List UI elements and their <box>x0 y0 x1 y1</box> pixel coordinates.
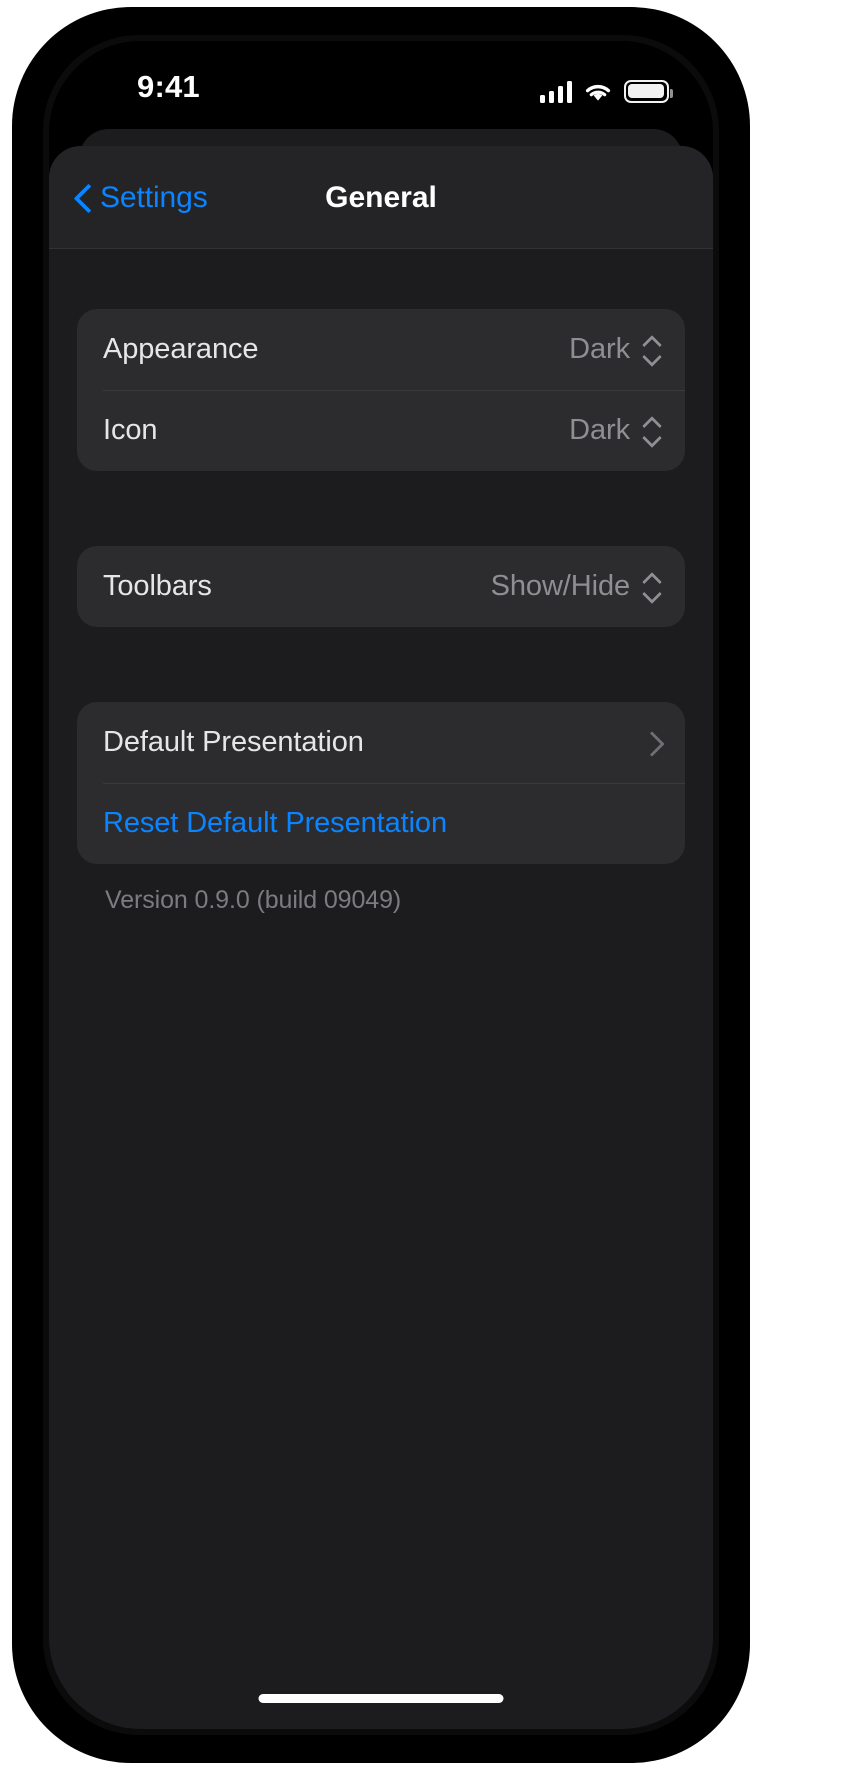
back-button[interactable]: Settings <box>65 146 218 249</box>
settings-group-appearance: Appearance Dark Icon Dark <box>77 309 685 471</box>
status-bar-time: 9:41 <box>137 69 200 104</box>
row-toolbars[interactable]: Toolbars Show/Hide <box>77 546 685 627</box>
stepper-up-down-icon[interactable] <box>642 571 659 603</box>
row-appearance-control[interactable]: Dark <box>569 333 659 366</box>
back-button-label: Settings <box>100 180 208 214</box>
settings-sheet: General Settings Appearance Dark Icon Da… <box>49 146 713 1729</box>
row-default-presentation-label: Default Presentation <box>103 726 364 758</box>
phone-frame: 9:41 General Settings Appearance Dark Ic… <box>13 8 749 1762</box>
screenshot-stage: 9:41 General Settings Appearance Dark Ic… <box>0 0 860 1770</box>
row-icon-control[interactable]: Dark <box>569 414 659 447</box>
status-bar-indicators <box>539 73 673 103</box>
phone-screen: 9:41 General Settings Appearance Dark Ic… <box>49 41 713 1729</box>
navigation-bar: General Settings <box>49 146 713 249</box>
row-toolbars-value: Show/Hide <box>490 570 630 602</box>
row-default-presentation-accessory <box>643 729 659 757</box>
row-icon-value: Dark <box>569 414 630 446</box>
chevron-left-icon <box>75 184 90 212</box>
stepper-up-down-icon[interactable] <box>642 415 659 447</box>
battery-level-fill <box>628 84 665 99</box>
row-icon-label: Icon <box>103 414 158 446</box>
row-appearance-value: Dark <box>569 333 630 365</box>
wifi-icon <box>583 81 613 103</box>
status-bar: 9:41 <box>49 41 713 137</box>
row-icon[interactable]: Icon Dark <box>77 390 685 471</box>
stepper-up-down-icon[interactable] <box>642 334 659 366</box>
row-reset-default-presentation-label: Reset Default Presentation <box>103 807 447 839</box>
row-reset-default-presentation[interactable]: Reset Default Presentation <box>77 783 685 864</box>
row-appearance-label: Appearance <box>103 333 259 365</box>
row-appearance[interactable]: Appearance Dark <box>77 309 685 390</box>
row-default-presentation[interactable]: Default Presentation <box>77 702 685 783</box>
settings-group-presentation: Default Presentation Reset Default Prese… <box>77 702 685 864</box>
battery-icon <box>624 80 673 103</box>
row-toolbars-label: Toolbars <box>103 570 212 602</box>
row-toolbars-control[interactable]: Show/Hide <box>491 570 659 603</box>
version-label: Version 0.9.0 (build 09049) <box>105 886 402 914</box>
settings-list: Appearance Dark Icon Dark Toolbars Show/… <box>49 309 713 1729</box>
settings-group-toolbars: Toolbars Show/Hide <box>77 546 685 627</box>
cellular-signal-icon <box>539 81 572 103</box>
home-indicator[interactable] <box>258 1694 504 1703</box>
chevron-right-icon <box>643 729 659 757</box>
